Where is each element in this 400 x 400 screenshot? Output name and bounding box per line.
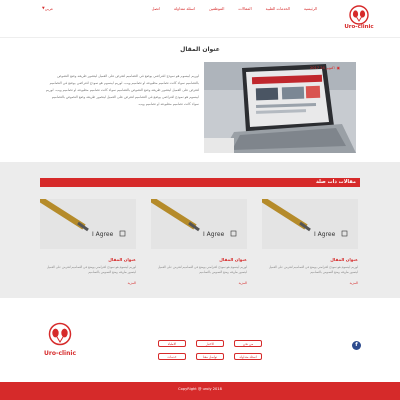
nav-item-staff[interactable]: الموظفين	[202, 6, 231, 11]
language-label: عربي	[44, 5, 54, 11]
logo-text: Uro-clinic	[344, 24, 374, 30]
copyright-text: CopyRight @ uroly 2018	[178, 387, 222, 391]
kidney-logo-icon	[48, 322, 72, 346]
site-header: Uro-clinic الرئيسية الخدمات الطبية المقا…	[0, 0, 400, 38]
related-card-more-link[interactable]: المزيد	[151, 281, 247, 285]
nav-item-services[interactable]: الخدمات الطبية	[259, 6, 297, 11]
related-card-excerpt: لوريم ايبسوم هو نموذج افتراضي يوضع في ال…	[46, 265, 136, 274]
related-card-title[interactable]: عنوان المقال	[262, 257, 358, 262]
pen-agree-photo: I Agree	[40, 199, 136, 249]
facebook-icon[interactable]: f	[352, 341, 361, 350]
related-card-more-link[interactable]: المزيد	[262, 281, 358, 285]
site-logo[interactable]: Uro-clinic	[340, 5, 378, 35]
footer-link[interactable]: خدمات	[158, 353, 186, 360]
related-heading-bar: مقالات ذات صلة	[40, 178, 360, 187]
main-nav: الرئيسية الخدمات الطبية المقالات الموظفي…	[145, 0, 324, 16]
svg-text:I Agree: I Agree	[314, 231, 336, 238]
copyright-bar: CopyRight @ uroly 2018	[0, 382, 400, 400]
nav-item-contact[interactable]: اتصل	[145, 6, 167, 11]
pen-agree-photo: I Agree	[151, 199, 247, 249]
related-card-image[interactable]: I Agree	[40, 199, 136, 249]
footer-link[interactable]: من نحن	[234, 340, 262, 347]
laptop-photo	[204, 62, 356, 153]
nav-item-articles[interactable]: المقالات	[231, 6, 258, 11]
language-switcher[interactable]: ▼ عربي	[40, 0, 53, 16]
footer-link[interactable]: الاطباء	[158, 340, 186, 347]
nav-item-home[interactable]: الرئيسية	[297, 6, 324, 11]
related-card-title[interactable]: عنوان المقال	[151, 257, 247, 262]
calendar-icon: ▣	[336, 66, 340, 70]
date-text: 2017 اكتوبر 24	[309, 66, 335, 70]
article-image	[204, 62, 356, 153]
article-body: لوريم ايبسوم هو نموذج افتراضي يوضع في ال…	[45, 74, 199, 106]
footer-links: من نحن الاخبار الاطباء اسئلة متداولة توا…	[152, 340, 262, 360]
svg-text:I Agree: I Agree	[203, 231, 225, 238]
svg-text:I Agree: I Agree	[92, 231, 114, 238]
related-card-image[interactable]: I Agree	[262, 199, 358, 249]
related-card-title[interactable]: عنوان المقال	[40, 257, 136, 262]
footer-logo-text: Uro-clinic	[44, 350, 76, 357]
kidney-logo-icon	[349, 5, 369, 25]
pen-agree-photo: I Agree	[262, 199, 358, 249]
related-heading: مقالات ذات صلة	[315, 179, 356, 185]
related-card-image[interactable]: I Agree	[151, 199, 247, 249]
related-card-excerpt: لوريم ايبسوم هو نموذج افتراضي يوضع في ال…	[268, 265, 358, 274]
article-date: 2017 اكتوبر 24 ▣	[310, 66, 340, 70]
related-card-excerpt: لوريم ايبسوم هو نموذج افتراضي يوضع في ال…	[157, 265, 247, 274]
footer-link[interactable]: تواصل معنا	[196, 353, 224, 360]
footer-link[interactable]: اسئلة متداولة	[234, 353, 262, 360]
footer-link[interactable]: الاخبار	[196, 340, 224, 347]
nav-item-faq[interactable]: اسئلة متداولة	[167, 6, 202, 11]
related-card-more-link[interactable]: المزيد	[40, 281, 136, 285]
footer-logo[interactable]: Uro-clinic	[40, 322, 80, 357]
page-title: عنوان المقال	[180, 46, 220, 53]
